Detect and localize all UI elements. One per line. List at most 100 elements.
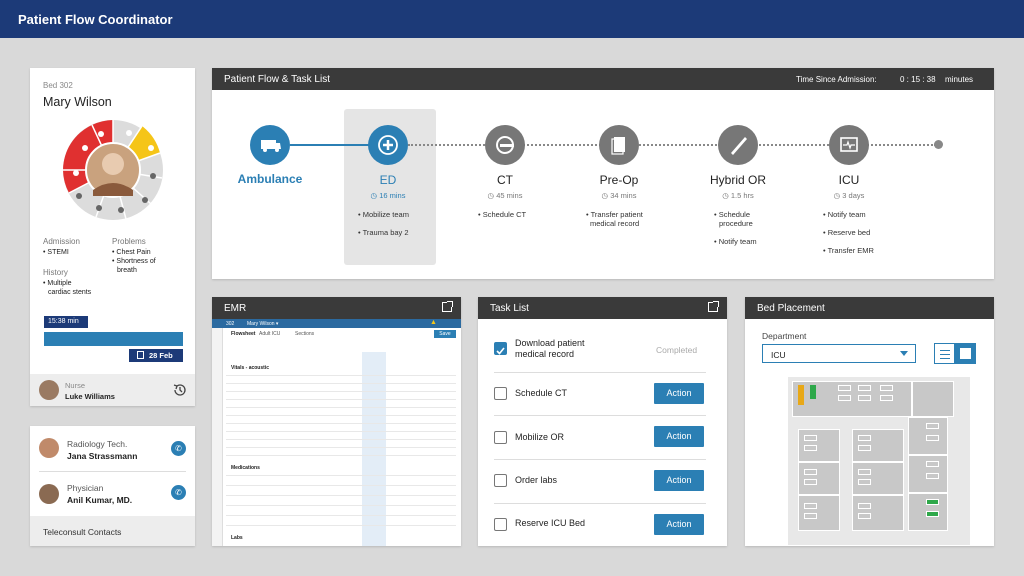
contacts-footer-label: Teleconsult Contacts	[43, 527, 122, 537]
task-checkbox[interactable]	[494, 387, 507, 400]
task-checkbox[interactable]	[494, 518, 507, 531]
bed[interactable]	[804, 513, 817, 519]
emr-tab[interactable]: Flowsheet	[231, 331, 255, 337]
external-link-icon[interactable]	[708, 301, 719, 312]
ambulance-icon[interactable]	[250, 125, 290, 165]
stage-time: ◷ 45 mins	[487, 191, 523, 200]
stage-task: • Schedule CT	[478, 210, 527, 219]
bed[interactable]	[858, 385, 871, 391]
bed[interactable]	[858, 513, 871, 519]
bed[interactable]	[858, 469, 871, 475]
bed[interactable]	[838, 385, 851, 391]
contact-item[interactable]: Radiology Tech. Jana Strassmann ✆	[30, 426, 195, 471]
admission-label: Admission	[43, 237, 80, 246]
emr-row	[226, 455, 456, 456]
external-link-icon[interactable]	[442, 301, 453, 312]
stage-task: medical record	[590, 219, 640, 228]
nurse-role: Nurse	[65, 381, 86, 390]
room[interactable]	[912, 381, 954, 417]
problem-item: breath	[117, 267, 137, 274]
bed[interactable]	[880, 395, 893, 401]
task-checkbox[interactable]	[494, 474, 507, 487]
task-label: Mobilize OR	[515, 432, 565, 442]
occupied-bed[interactable]	[798, 385, 804, 399]
bed[interactable]	[804, 445, 817, 451]
task-row: Reserve ICU Bed Action	[478, 503, 726, 546]
task-checkbox[interactable]	[494, 431, 507, 444]
emr-row	[226, 415, 456, 416]
available-bed[interactable]	[810, 385, 816, 399]
stage-name: Ambulance	[237, 172, 303, 186]
bed[interactable]	[926, 435, 939, 441]
contact-role: Radiology Tech.	[67, 439, 128, 449]
bed[interactable]	[858, 435, 871, 441]
emr-bed: 302	[226, 321, 235, 327]
bed[interactable]	[858, 445, 871, 451]
problem-item: • Chest Pain	[112, 249, 151, 256]
stage-name: Hybrid OR	[709, 173, 766, 187]
bed[interactable]	[858, 479, 871, 485]
ct-scanner-icon[interactable]	[485, 125, 525, 165]
emergency-icon[interactable]	[368, 125, 408, 165]
available-bed[interactable]	[926, 499, 939, 505]
clock-icon: ◷	[833, 191, 843, 200]
problems-label: Problems	[112, 237, 146, 246]
stage-time: ◷ 3 days	[833, 191, 865, 200]
bed[interactable]	[804, 469, 817, 475]
chevron-down-icon	[900, 351, 908, 356]
bed[interactable]	[880, 385, 893, 391]
emr-grid-highlight	[362, 352, 386, 546]
occupied-bed[interactable]	[798, 399, 804, 405]
list-view-toggle[interactable]	[934, 343, 955, 364]
task-checkbox[interactable]	[494, 342, 507, 355]
emr-row	[226, 399, 456, 400]
contact-name: Anil Kumar, MD.	[67, 495, 133, 505]
task-row: Download patient medical record Complete…	[478, 327, 726, 370]
stage-task: • Transfer EMR	[823, 246, 874, 255]
body-system-wheel[interactable]	[61, 118, 165, 222]
task-action-button[interactable]: Action	[654, 383, 704, 404]
available-bed[interactable]	[926, 511, 939, 517]
phone-icon[interactable]: ✆	[171, 441, 186, 456]
timeline-bar	[44, 332, 183, 346]
emr-row	[226, 495, 456, 496]
task-action-button[interactable]: Action	[654, 470, 704, 491]
bed[interactable]	[858, 503, 871, 509]
contact-item[interactable]: Physician Anil Kumar, MD. ✆	[30, 472, 195, 516]
department-select[interactable]: ICU	[762, 344, 916, 363]
bed[interactable]	[926, 473, 939, 479]
panel-title: Patient Flow & Task List	[224, 74, 330, 85]
bed[interactable]	[804, 479, 817, 485]
task-action-button[interactable]: Action	[654, 514, 704, 535]
bed[interactable]	[858, 395, 871, 401]
bed[interactable]	[804, 503, 817, 509]
bed[interactable]	[926, 461, 939, 467]
avatar	[39, 380, 59, 400]
document-icon[interactable]	[599, 125, 639, 165]
bed[interactable]	[804, 435, 817, 441]
floorplan-view-toggle[interactable]	[955, 343, 976, 364]
task-label: Download patient medical record	[515, 338, 585, 359]
emr-tab[interactable]: Adult ICU	[259, 331, 280, 337]
bed[interactable]	[926, 423, 939, 429]
monitor-icon[interactable]	[829, 125, 869, 165]
department-value: ICU	[771, 350, 786, 360]
icu-floor-plan[interactable]	[788, 377, 970, 545]
emr-row	[226, 439, 456, 440]
bed-placement-header: Bed Placement	[745, 297, 994, 319]
emr-tab[interactable]: Sections	[295, 331, 314, 337]
emr-row	[226, 447, 456, 448]
stage-name: ED	[379, 173, 397, 187]
history-icon[interactable]	[172, 382, 188, 403]
emr-save-button[interactable]: Save	[434, 330, 456, 338]
bed-placement-panel: Bed Placement Department ICU	[745, 297, 994, 546]
phone-icon[interactable]: ✆	[171, 485, 186, 500]
contact-role: Physician	[67, 483, 104, 493]
clock-icon: ◷	[601, 191, 611, 200]
avatar	[39, 438, 59, 458]
app-title: Patient Flow Coordinator	[18, 12, 173, 27]
history-label: History	[43, 268, 68, 277]
scalpel-icon[interactable]	[718, 125, 758, 165]
bed[interactable]	[838, 395, 851, 401]
task-action-button[interactable]: Action	[654, 426, 704, 447]
